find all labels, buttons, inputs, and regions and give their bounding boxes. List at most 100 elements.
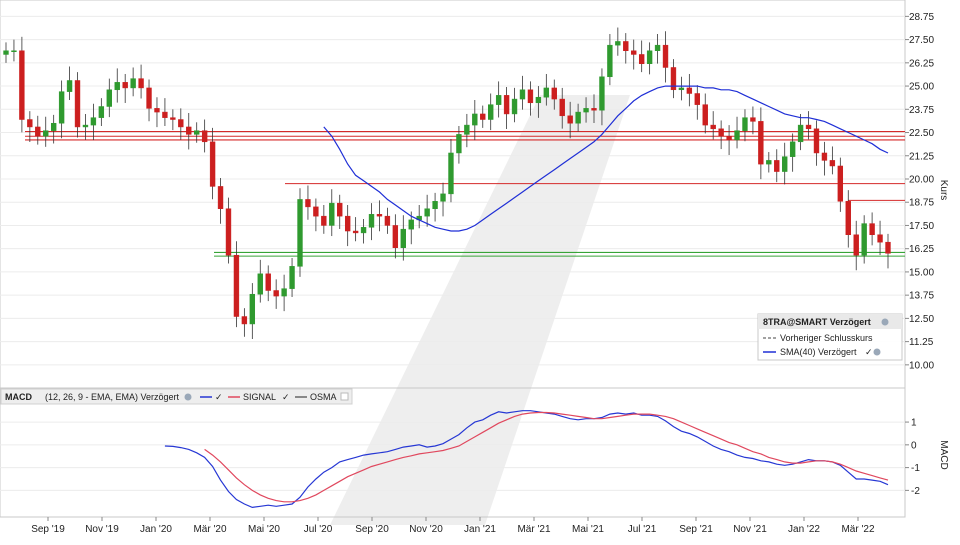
candle-body (289, 266, 295, 289)
candle (360, 218, 367, 244)
candle-body (162, 111, 168, 118)
candle-body (829, 160, 836, 167)
candle (750, 106, 756, 135)
candle (400, 215, 406, 261)
candle (654, 34, 661, 64)
candle-body (281, 288, 287, 297)
price-y-tick-label: 11.25 (909, 337, 934, 348)
candle (432, 192, 438, 222)
candle (241, 308, 248, 337)
candle-body (27, 119, 33, 128)
candle (209, 127, 216, 200)
candle-body (583, 108, 589, 113)
candle (297, 188, 303, 277)
candle (58, 80, 65, 139)
candle-body (734, 130, 740, 141)
globe-icon[interactable] (184, 393, 192, 401)
macd-y-tick-label: -1 (911, 463, 920, 474)
macd-y-tick-label: 0 (911, 440, 917, 451)
check-icon[interactable]: ✓ (215, 392, 223, 402)
candle (66, 66, 73, 100)
candle-body (424, 208, 430, 217)
candle-body (297, 199, 303, 267)
candle-body (646, 50, 653, 65)
macd-legend: MACD (12, 26, 9 - EMA, EMA) Verzögert ✓ … (0, 388, 353, 405)
candle (376, 200, 383, 232)
check-icon[interactable]: ✓ (282, 392, 290, 402)
candle-body (154, 108, 160, 113)
candle-body (194, 130, 200, 135)
price-y-tick-label: 12.50 (909, 314, 934, 325)
legend-price-series-label: 8TRA@SMART Verzögert (763, 317, 871, 327)
candle-body (233, 254, 240, 317)
candle-body (495, 95, 502, 105)
globe-icon[interactable] (881, 318, 889, 326)
candle-body (209, 141, 216, 187)
candle (797, 113, 804, 151)
check-icon[interactable]: ✓ (865, 347, 873, 357)
candle-body (789, 141, 796, 157)
candle-body (98, 106, 105, 118)
candle (615, 27, 621, 56)
candle (3, 42, 9, 63)
x-tick-label: Nov '19 (85, 524, 119, 535)
candle (138, 64, 144, 99)
candle (217, 178, 224, 224)
candle-body (464, 124, 470, 135)
chart-root: 28.75 27.50 26.25 25.00 23.75 22.50 21.25 20.00… (0, 0, 960, 540)
x-tick-label: Jan '21 (464, 524, 496, 535)
support-resistance-lines (25, 131, 905, 257)
candle-body (201, 130, 208, 143)
candle-body (432, 201, 438, 209)
candle-body (742, 117, 748, 131)
x-tick-label: Sep '19 (31, 524, 65, 535)
candle (178, 108, 184, 140)
candle (734, 116, 740, 149)
candle (170, 109, 176, 131)
macd-y-tick-label: 1 (911, 418, 917, 429)
candle (313, 198, 319, 232)
candle (27, 111, 33, 143)
candle-body (19, 50, 25, 120)
candle-body (368, 214, 375, 228)
candle (678, 76, 685, 101)
candle-body (503, 95, 510, 115)
candle (74, 72, 81, 138)
candle-body (559, 98, 565, 117)
candle-body (66, 80, 73, 92)
candle-body (384, 215, 391, 226)
candle (352, 217, 359, 242)
candle-body (885, 241, 891, 254)
x-tick-label: Mai '20 (248, 524, 280, 535)
candle-body (758, 121, 764, 165)
candle (662, 31, 669, 83)
check-globe-icon[interactable] (873, 348, 881, 356)
candle-body (3, 50, 9, 55)
candle (257, 259, 263, 303)
candle (789, 133, 796, 172)
candle (43, 116, 49, 147)
price-y-tick-label: 26.25 (909, 58, 934, 69)
candle (631, 39, 637, 70)
candle (829, 146, 836, 175)
candle (638, 40, 645, 73)
macd-y-axis: 1 0 -1 -2 (905, 418, 920, 497)
legend-previous-close-label: Vorheriger Schlusskurs (780, 333, 873, 343)
candle (845, 190, 851, 248)
candle (758, 107, 764, 180)
candle (424, 194, 430, 227)
price-y-tick-label: 27.50 (909, 35, 934, 46)
legend-osma-label: OSMA (310, 392, 337, 402)
candle-body (257, 273, 263, 295)
candle-body (50, 122, 57, 131)
candle-body (440, 193, 446, 202)
candle (686, 73, 693, 107)
candle-body (527, 89, 534, 104)
candle-body (782, 156, 788, 172)
candle (337, 194, 343, 229)
candle-body (694, 93, 700, 105)
macd-subtitle: (12, 26, 9 - EMA, EMA) Verzögert (45, 392, 180, 402)
candle-body (408, 219, 414, 230)
osma-toggle-checkbox[interactable] (340, 392, 349, 401)
x-tick-label: Nov '21 (733, 524, 767, 535)
